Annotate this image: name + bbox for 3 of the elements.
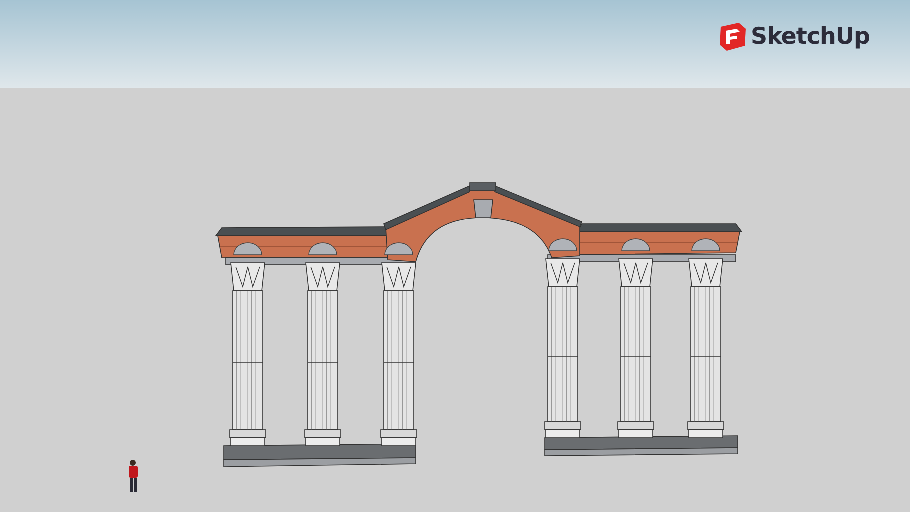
cube-logo-icon — [719, 22, 747, 52]
logo-text: SketchUp — [751, 24, 870, 50]
person-figure-drawing — [129, 460, 138, 492]
